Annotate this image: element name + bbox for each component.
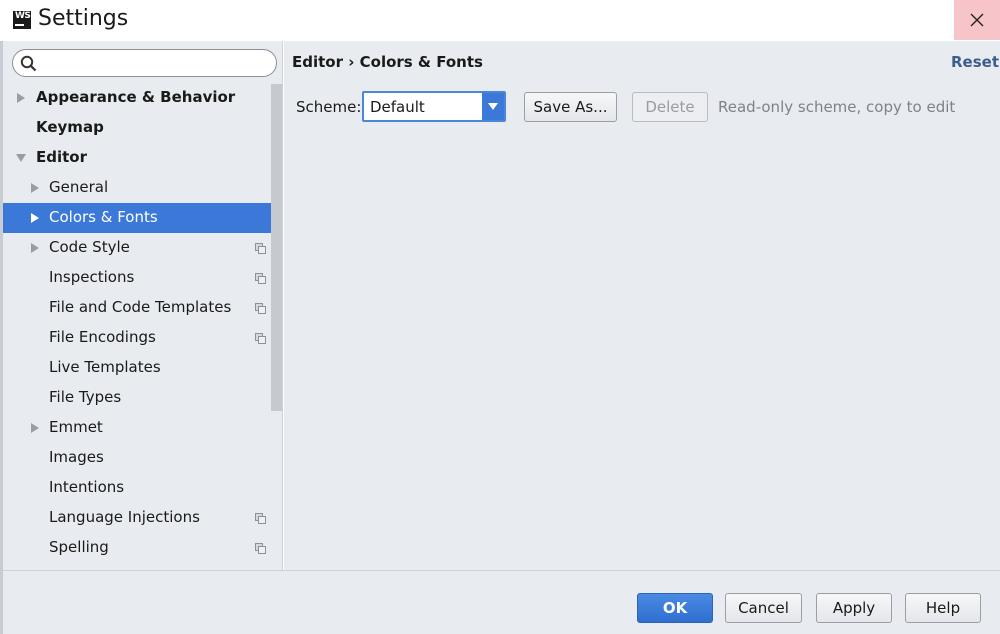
search-icon xyxy=(20,55,37,72)
sidebar-item-label: Editor xyxy=(36,148,87,166)
project-settings-icon xyxy=(255,333,266,344)
webstorm-logo-icon: WS xyxy=(13,11,31,29)
sidebar-item-label: Emmet xyxy=(49,418,103,436)
sidebar-item-keymap[interactable]: Keymap xyxy=(3,113,282,143)
close-button[interactable] xyxy=(954,0,1000,40)
project-settings-icon xyxy=(255,513,266,524)
sidebar-item-label: Spelling xyxy=(49,538,109,556)
sidebar-item-colors-and-fonts[interactable]: Colors & Fonts xyxy=(3,203,282,233)
read-only-hint: Read-only scheme, copy to edit xyxy=(718,98,956,116)
settings-sidebar: Appearance & Behavior Keymap Editor General… xyxy=(3,41,283,570)
sidebar-item-file-types[interactable]: File Types xyxy=(3,383,282,413)
search-box[interactable] xyxy=(12,49,277,77)
project-settings-icon xyxy=(255,243,266,254)
sidebar-item-general[interactable]: General xyxy=(3,173,282,203)
scheme-select-value: Default xyxy=(370,98,425,116)
sidebar-item-live-templates[interactable]: Live Templates xyxy=(3,353,282,383)
sidebar-item-label: Live Templates xyxy=(49,358,161,376)
sidebar-item-label: File Types xyxy=(49,388,122,406)
expand-arrow-icon[interactable] xyxy=(31,213,39,223)
scheme-label: Scheme: xyxy=(296,98,362,116)
sidebar-item-label: Inspections xyxy=(49,268,135,286)
sidebar-scrollbar[interactable] xyxy=(271,84,282,411)
sidebar-item-label: File and Code Templates xyxy=(49,298,232,316)
search-input[interactable] xyxy=(43,53,268,73)
save-as-button[interactable]: Save As... xyxy=(524,92,617,122)
help-button[interactable]: Help xyxy=(905,593,981,623)
project-settings-icon xyxy=(255,273,266,284)
expand-arrow-icon[interactable] xyxy=(31,183,39,193)
ok-button[interactable]: OK xyxy=(637,593,713,623)
sidebar-item-label: Colors & Fonts xyxy=(49,208,158,226)
sidebar-item-label: Code Style xyxy=(49,238,130,256)
scheme-select[interactable]: Default xyxy=(362,91,506,122)
sidebar-item-images[interactable]: Images xyxy=(3,443,282,473)
sidebar-item-emmet[interactable]: Emmet xyxy=(3,413,282,443)
sidebar-item-label: Keymap xyxy=(36,118,104,136)
window-title: Settings xyxy=(38,6,129,31)
sidebar-item-label: General xyxy=(49,178,109,196)
dialog-footer: OK Cancel Apply Help xyxy=(3,570,1000,634)
sidebar-item-inspections[interactable]: Inspections xyxy=(3,263,282,293)
content-panel: Editor › Colors & Fonts Reset Scheme: De… xyxy=(284,41,1000,570)
sidebar-item-label: Language Injections xyxy=(49,508,200,526)
expand-arrow-icon[interactable] xyxy=(31,243,39,253)
sidebar-item-appearance-and-behavior[interactable]: Appearance & Behavior xyxy=(3,83,282,113)
sidebar-item-editor[interactable]: Editor xyxy=(3,143,282,173)
breadcrumb: Editor › Colors & Fonts xyxy=(292,53,483,71)
close-icon xyxy=(970,13,984,27)
cancel-button[interactable]: Cancel xyxy=(725,593,802,623)
sidebar-item-file-and-code-templates[interactable]: File and Code Templates xyxy=(3,293,282,323)
expand-arrow-icon[interactable] xyxy=(17,93,25,103)
sidebar-item-language-injections[interactable]: Language Injections xyxy=(3,503,282,533)
sidebar-item-intentions[interactable]: Intentions xyxy=(3,473,282,503)
reset-link[interactable]: Reset xyxy=(951,53,999,71)
delete-button[interactable]: Delete xyxy=(632,92,708,122)
title-bar: WS Settings xyxy=(0,0,1000,41)
sidebar-item-spelling[interactable]: Spelling xyxy=(3,533,282,563)
apply-button[interactable]: Apply xyxy=(816,593,892,623)
sidebar-item-code-style[interactable]: Code Style xyxy=(3,233,282,263)
sidebar-item-label: Appearance & Behavior xyxy=(36,88,236,106)
dropdown-arrow-icon xyxy=(482,93,504,120)
sidebar-item-label: File Encodings xyxy=(49,328,156,346)
project-settings-icon xyxy=(255,303,266,314)
sidebar-item-label: Images xyxy=(49,448,104,466)
project-settings-icon xyxy=(255,543,266,554)
expand-arrow-icon[interactable] xyxy=(31,423,39,433)
sidebar-item-file-encodings[interactable]: File Encodings xyxy=(3,323,282,353)
sidebar-item-label: Intentions xyxy=(49,478,125,496)
collapse-arrow-icon[interactable] xyxy=(16,154,26,162)
